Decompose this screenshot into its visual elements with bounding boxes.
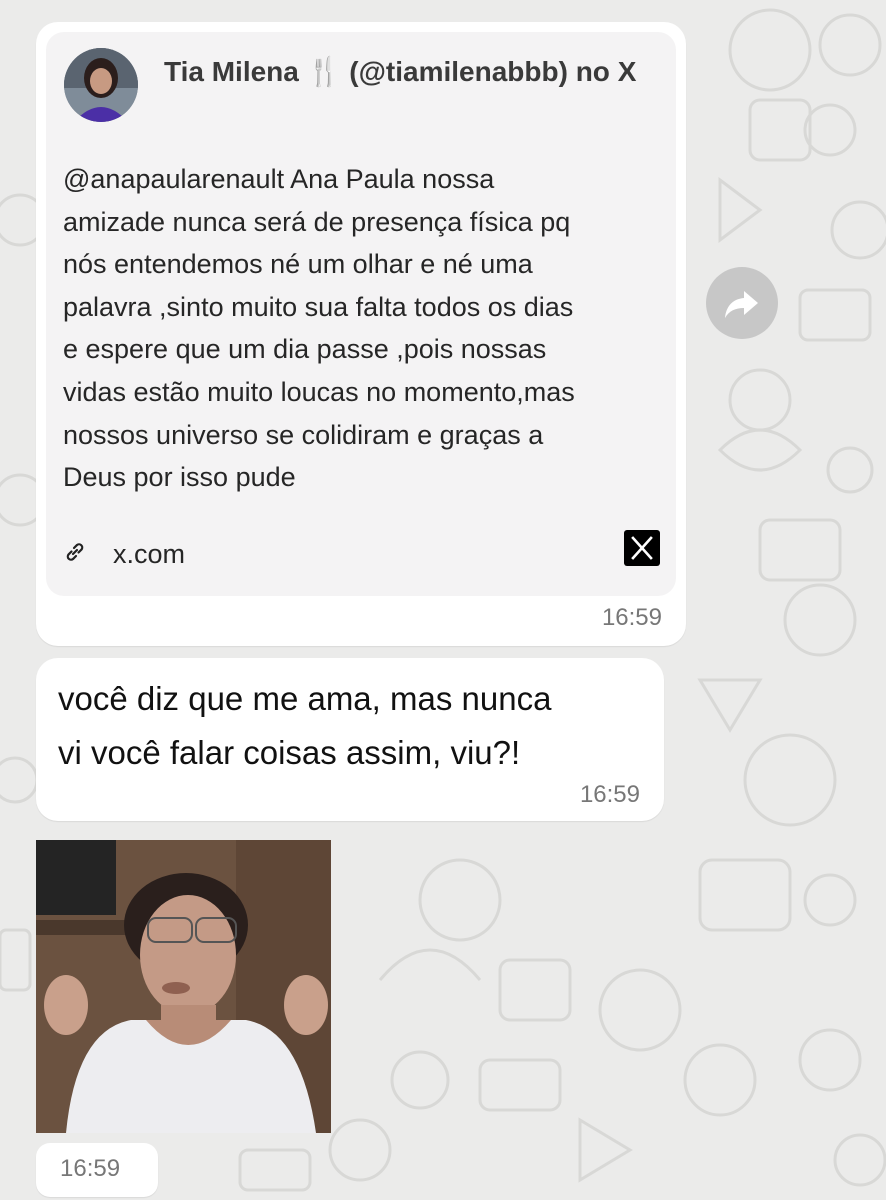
link-preview-message[interactable]: Tia Milena 🍴 (@tiamilenabbb) no X @anapa… [36, 22, 686, 646]
link-domain: x.com [113, 539, 186, 569]
reaction-gif-image [36, 840, 331, 1133]
link-preview-card[interactable]: Tia Milena 🍴 (@tiamilenabbb) no X @anapa… [46, 32, 676, 596]
link-chain-icon [66, 543, 84, 561]
message-timestamp: 16:59 [60, 1155, 121, 1182]
forward-button[interactable] [706, 267, 778, 339]
link-preview-title: Tia Milena 🍴 (@tiamilenabbb) no X [164, 56, 637, 87]
forward-arrow-icon [725, 291, 758, 318]
gif-message[interactable] [36, 840, 331, 1133]
message-timestamp: 16:59 [601, 604, 662, 631]
text-message[interactable]: você diz que me ama, mas nunca vi você f… [36, 658, 664, 821]
link-preview-description: @anapaularenault Ana Paula nossa amizade… [63, 164, 575, 493]
message-timestamp: 16:59 [579, 781, 640, 808]
x-logo-icon [624, 530, 660, 566]
gif-timestamp-pill: 16:59 [36, 1143, 158, 1197]
profile-avatar [64, 48, 138, 122]
link-row[interactable]: x.com [63, 534, 663, 574]
message-text: você diz que me ama, mas nunca vi você f… [58, 680, 552, 771]
avatar-portrait [64, 48, 138, 122]
